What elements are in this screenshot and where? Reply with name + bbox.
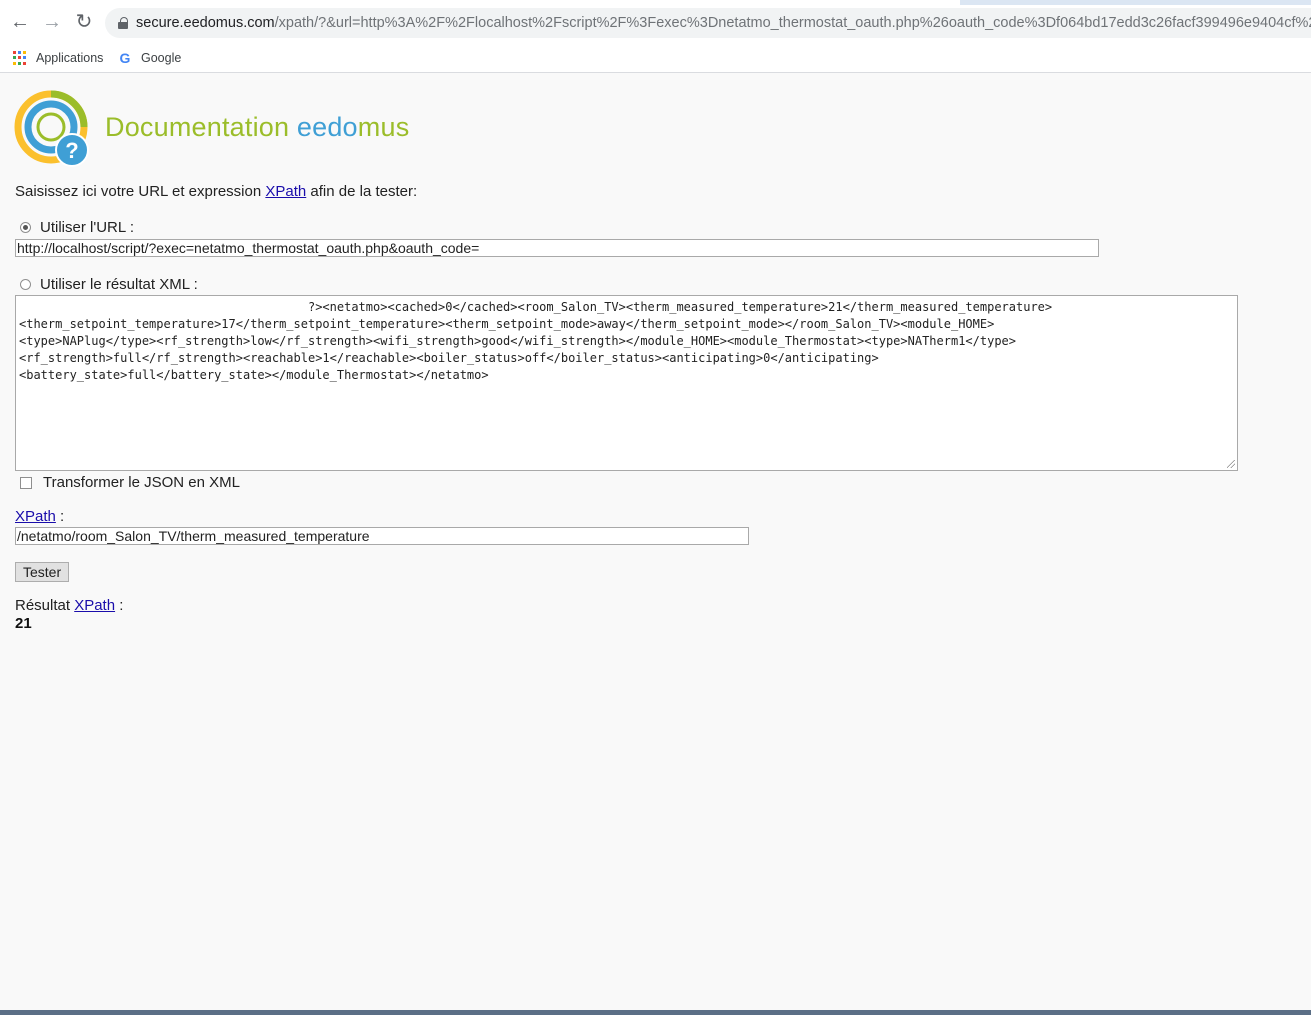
url-input[interactable]: http://localhost/script/?exec=netatmo_th… xyxy=(15,239,1099,257)
xml-option-label: Utiliser le résultat XML : xyxy=(40,276,198,293)
browser-toolbar: ← → ↻ secure.eedomus.com/xpath/?&url=htt… xyxy=(0,0,1311,44)
xpath-link[interactable]: XPath xyxy=(265,183,306,200)
json-to-xml-checkbox[interactable] xyxy=(20,476,32,489)
resize-grip-icon[interactable] xyxy=(1227,460,1235,468)
xml-line: <therm_setpoint_temperature>17</therm_se… xyxy=(19,317,995,331)
xpath-link[interactable]: XPath xyxy=(15,508,56,525)
json-to-xml-label: Transformer le JSON en XML xyxy=(43,474,240,491)
bookmark-applications[interactable]: Applications xyxy=(13,48,103,68)
xpath-input[interactable]: /netatmo/room_Salon_TV/therm_measured_te… xyxy=(15,527,749,545)
url-host: secure.eedomus.com xyxy=(136,15,275,31)
url-option[interactable]: Utiliser l'URL : xyxy=(20,219,134,236)
json-to-xml-option[interactable]: Transformer le JSON en XML xyxy=(20,474,240,491)
lock-icon[interactable] xyxy=(118,17,128,29)
url-option-label: Utiliser l'URL : xyxy=(40,219,134,236)
xml-radio[interactable] xyxy=(20,279,31,290)
xml-option[interactable]: Utiliser le résultat XML : xyxy=(20,276,198,293)
svg-text:?: ? xyxy=(65,138,78,163)
forward-icon[interactable]: → xyxy=(39,9,65,35)
bookmark-google[interactable]: G Google xyxy=(118,48,182,68)
apps-grid-icon xyxy=(13,51,27,65)
xml-textarea[interactable]: ?><netatmo><cached>0</cached><room_Salon… xyxy=(15,295,1238,471)
url-radio[interactable] xyxy=(20,222,31,233)
intro-text: Saisissez ici votre URL et expression XP… xyxy=(15,183,418,200)
tab-strip-edge xyxy=(960,0,1311,5)
result-value: 21 xyxy=(15,615,32,632)
xml-line: <rf_strength>full</rf_strength><reachabl… xyxy=(19,351,879,365)
bookmark-label: Google xyxy=(141,51,182,65)
os-taskbar xyxy=(0,1010,1311,1015)
bookmarks-bar: Applications G Google xyxy=(0,44,1311,73)
xml-line: ?><netatmo><cached>0</cached><room_Salon… xyxy=(19,300,1053,314)
xpath-link[interactable]: XPath xyxy=(74,597,115,614)
test-button[interactable]: Tester xyxy=(15,562,70,582)
xml-line: <type>NAPlug</type><rf_strength>low</rf_… xyxy=(19,334,1016,348)
back-icon[interactable]: ← xyxy=(7,9,33,35)
google-icon: G xyxy=(119,50,131,66)
eedomus-logo: ? xyxy=(14,90,89,167)
reload-icon[interactable]: ↻ xyxy=(71,9,97,35)
result-label: Résultat XPath : xyxy=(15,597,124,614)
bookmark-label: Applications xyxy=(36,51,104,65)
xml-line: <battery_state>full</battery_state></mod… xyxy=(19,368,489,382)
xpath-label: XPath : xyxy=(15,508,65,525)
page-title: Documentation eedomus xyxy=(105,112,410,142)
url-path: /xpath/?&url=http%3A%2F%2Flocalhost%2Fsc… xyxy=(274,15,1311,31)
address-bar[interactable]: secure.eedomus.com/xpath/?&url=http%3A%2… xyxy=(105,8,1311,38)
